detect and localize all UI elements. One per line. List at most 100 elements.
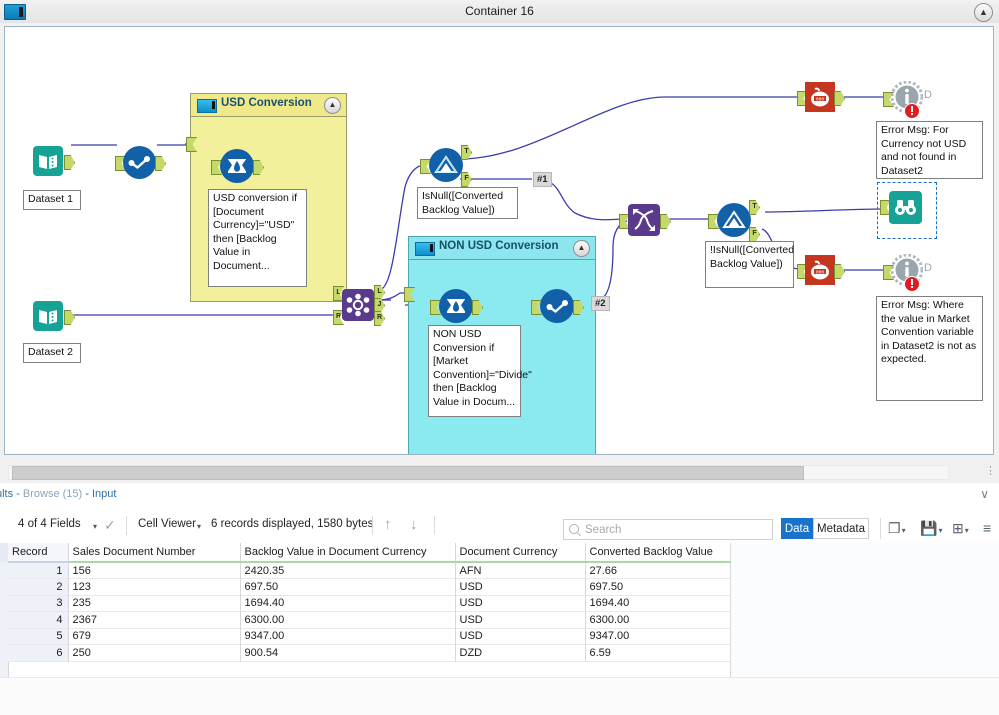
scrollbar-thumb[interactable] xyxy=(12,466,804,480)
output-port-join[interactable]: J xyxy=(374,298,385,313)
join-tool-icon xyxy=(342,289,374,321)
cell-backlog-value[interactable]: 9347.00 xyxy=(240,628,456,645)
add-icon[interactable]: ⊞▾ xyxy=(952,518,969,539)
container-header: NON USD Conversion ▲ xyxy=(409,237,595,260)
cell-converted-backlog-value[interactable]: 6.59 xyxy=(585,644,731,661)
select-tool-icon xyxy=(123,146,156,179)
error-badge-icon xyxy=(904,103,920,119)
column-header-backlog-value[interactable]: Backlog Value in Document Currency xyxy=(240,543,456,563)
table-row[interactable]: 6 250 900.54 DZD 6.59 xyxy=(8,644,731,661)
copy-icon[interactable]: ❐▾ xyxy=(888,518,906,539)
output-port[interactable] xyxy=(834,91,845,106)
cell-backlog-value[interactable]: 900.54 xyxy=(240,644,456,661)
cell-document-currency[interactable]: USD xyxy=(455,628,586,645)
cell-viewer-caret-icon[interactable]: ▾ xyxy=(197,522,201,531)
input-data-icon xyxy=(33,146,63,176)
cell-sales-document-number[interactable]: 156 xyxy=(68,562,241,579)
cell-converted-backlog-value[interactable]: 6300.00 xyxy=(585,611,731,628)
connection-label-2[interactable]: #2 xyxy=(591,296,610,311)
cell-sales-document-number[interactable]: 250 xyxy=(68,644,241,661)
cell-converted-backlog-value[interactable]: 1694.40 xyxy=(585,595,731,612)
container-icon xyxy=(415,242,435,256)
cell-sales-document-number[interactable]: 123 xyxy=(68,578,241,595)
page-title: Container 16 xyxy=(465,4,534,18)
cell-sales-document-number[interactable]: 2367 xyxy=(68,611,241,628)
output-port-false[interactable]: F xyxy=(749,227,760,242)
save-glyph: 💾 xyxy=(920,520,938,536)
scroll-down-icon[interactable]: ↓ xyxy=(410,516,418,533)
cell-record: 3 xyxy=(8,595,69,612)
cell-backlog-value[interactable]: 2420.35 xyxy=(240,562,456,579)
workflow-canvas[interactable]: USD Conversion ▲ NON USD Conversion ▲ Da… xyxy=(4,26,994,455)
add-caret-icon[interactable]: ▾ xyxy=(965,526,969,535)
cell-backlog-value[interactable]: 1694.40 xyxy=(240,595,456,612)
data-table: Record Sales Document Number Backlog Val… xyxy=(8,543,731,662)
annotation-non-usd-formula: NON USD Conversion if [Market Convention… xyxy=(428,325,532,417)
container-title: NON USD Conversion xyxy=(439,240,559,252)
fields-selector-label[interactable]: 4 of 4 Fields xyxy=(18,518,81,530)
table-row[interactable]: 2 123 697.50 USD 697.50 xyxy=(8,578,731,595)
output-port-true[interactable]: T xyxy=(749,200,760,215)
fields-selector-caret-icon[interactable]: ▾ xyxy=(93,522,97,531)
apply-check-icon[interactable]: ✓ xyxy=(104,517,116,534)
results-collapse-chevron-icon[interactable]: ∨ xyxy=(980,487,989,501)
cell-converted-backlog-value[interactable]: 27.66 xyxy=(585,562,731,579)
table-row[interactable]: 3 235 1694.40 USD 1694.40 xyxy=(8,595,731,612)
cell-sales-document-number[interactable]: 679 xyxy=(68,628,241,645)
container-collapse-button[interactable]: ▲ xyxy=(573,240,590,257)
cell-sales-document-number[interactable]: 235 xyxy=(68,595,241,612)
table-row[interactable]: 1 156 2420.35 AFN 27.66 xyxy=(8,562,731,579)
output-port[interactable] xyxy=(64,155,75,170)
save-caret-icon[interactable]: ▾ xyxy=(938,526,942,535)
results-data-grid[interactable]: Record Sales Document Number Backlog Val… xyxy=(0,543,999,715)
cell-document-currency[interactable]: AFN xyxy=(455,562,586,579)
output-port-true[interactable]: T xyxy=(461,145,472,160)
column-header-document-currency[interactable]: Document Currency xyxy=(455,543,586,563)
svg-text:000: 000 xyxy=(816,96,825,102)
search-input-wrapper[interactable] xyxy=(563,519,773,540)
output-port[interactable] xyxy=(64,310,75,325)
tab-metadata[interactable]: Metadata xyxy=(813,518,869,539)
copy-caret-icon[interactable]: ▾ xyxy=(902,526,906,535)
cell-document-currency[interactable]: USD xyxy=(455,611,586,628)
cell-backlog-value[interactable]: 697.50 xyxy=(240,578,456,595)
tab-data[interactable]: Data xyxy=(781,518,813,539)
annotation-filter-1: IsNull([Converted Backlog Value]) xyxy=(417,187,518,219)
cell-viewer-label[interactable]: Cell Viewer xyxy=(138,518,196,530)
table-row[interactable]: 4 2367 6300.00 USD 6300.00 xyxy=(8,611,731,628)
cell-document-currency[interactable]: USD xyxy=(455,595,586,612)
table-row[interactable]: 5 679 9347.00 USD 9347.00 xyxy=(8,628,731,645)
canvas-horizontal-scrollbar[interactable]: ⋮ xyxy=(0,461,999,484)
connection-label-1[interactable]: #1 xyxy=(533,172,552,187)
container-collapse-button[interactable]: ▲ xyxy=(324,97,341,114)
menu-icon[interactable]: ≡ xyxy=(983,518,991,539)
breadcrumb-prefix: ults - xyxy=(0,488,20,500)
select-tool-icon xyxy=(540,289,574,323)
union-tool-icon xyxy=(628,204,660,236)
scrollbar-grip[interactable]: ⋮ xyxy=(985,463,996,480)
output-port-false[interactable]: F xyxy=(461,172,472,187)
cell-converted-backlog-value[interactable]: 697.50 xyxy=(585,578,731,595)
search-input[interactable] xyxy=(583,521,769,539)
column-header-converted-backlog-value[interactable]: Converted Backlog Value xyxy=(585,543,731,563)
output-port[interactable] xyxy=(834,264,845,279)
column-header-sales-document-number[interactable]: Sales Document Number xyxy=(68,543,241,563)
scroll-up-icon[interactable]: ↑ xyxy=(384,516,392,533)
window-collapse-button[interactable]: ▲ xyxy=(974,3,993,22)
output-port-right[interactable]: R xyxy=(374,311,385,326)
cell-document-currency[interactable]: DZD xyxy=(455,644,586,661)
output-port[interactable] xyxy=(660,214,671,229)
workflow-canvas-area: USD Conversion ▲ NON USD Conversion ▲ Da… xyxy=(0,23,999,462)
container-title: USD Conversion xyxy=(221,97,312,109)
cell-converted-backlog-value[interactable]: 9347.00 xyxy=(585,628,731,645)
cell-document-currency[interactable]: USD xyxy=(455,578,586,595)
breadcrumb-tool[interactable]: Browse (15) xyxy=(23,488,82,500)
breadcrumb[interactable]: ults - Browse (15) - Input xyxy=(0,488,116,500)
column-header-record[interactable]: Record xyxy=(8,543,69,563)
output-port[interactable] xyxy=(155,156,166,171)
cell-record: 5 xyxy=(8,628,69,645)
node-label-dataset-1: Dataset 1 xyxy=(23,190,81,210)
output-port-left[interactable]: L xyxy=(374,285,385,300)
cell-backlog-value[interactable]: 6300.00 xyxy=(240,611,456,628)
save-icon[interactable]: 💾▾ xyxy=(920,518,942,539)
